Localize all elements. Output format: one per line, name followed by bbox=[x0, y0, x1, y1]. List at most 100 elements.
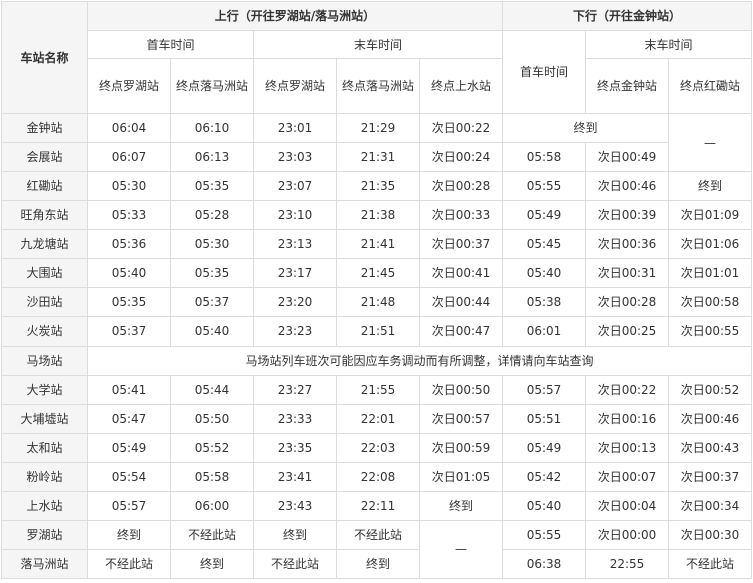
table-row: 罗湖站 终到 不经此站 终到 不经此站 — 05:55 次日00:00 次日00… bbox=[1, 519, 752, 580]
time-cell: 05:40 bbox=[87, 258, 171, 289]
time-cell: 05:40 bbox=[502, 258, 586, 289]
time-cell: 05:57 bbox=[502, 374, 586, 405]
station-name: 大埔墟站 bbox=[1, 403, 88, 434]
time-cell: 06:13 bbox=[170, 142, 254, 173]
time-cell: 22:08 bbox=[336, 461, 420, 492]
time-cell: 06:00 bbox=[170, 490, 254, 521]
table-row: 会展站 06:07 06:13 23:03 21:31 次日00:24 05:5… bbox=[1, 142, 752, 173]
time-cell: 次日00:59 bbox=[419, 432, 503, 463]
time-cell: 次日00:37 bbox=[668, 461, 752, 492]
time-cell: 05:49 bbox=[502, 200, 586, 231]
time-cell: 06:10 bbox=[170, 112, 254, 144]
station-name: 落马洲站 bbox=[1, 548, 88, 580]
time-cell: 次日01:01 bbox=[668, 258, 752, 289]
dash-cell: — bbox=[419, 519, 503, 580]
time-cell: 终到 bbox=[668, 171, 752, 202]
time-cell: 次日00:24 bbox=[419, 142, 503, 173]
time-cell: 次日00:04 bbox=[585, 490, 669, 521]
station-name: 九龙塘站 bbox=[1, 229, 88, 260]
time-cell: 05:58 bbox=[170, 461, 254, 492]
table-row: 九龙塘站 05:36 05:30 23:13 21:41 次日00:37 05:… bbox=[1, 229, 752, 260]
time-cell: 次日00:55 bbox=[668, 316, 752, 347]
time-cell: 05:40 bbox=[502, 490, 586, 521]
table-row: 马场站 马场站列车班次可能因应车务调动而有所调整，详情请向车站查询 bbox=[1, 345, 752, 376]
time-cell: 05:51 bbox=[502, 403, 586, 434]
time-cell: 次日00:39 bbox=[585, 200, 669, 231]
time-cell: 21:41 bbox=[336, 229, 420, 260]
up-direction-header: 上行（开往罗湖站/落马洲站） bbox=[87, 1, 503, 31]
time-cell: 次日00:31 bbox=[585, 258, 669, 289]
time-cell: 05:52 bbox=[170, 432, 254, 463]
time-cell: 05:54 bbox=[87, 461, 171, 492]
table-row: 太和站 05:49 05:52 23:35 22:03 次日00:59 05:4… bbox=[1, 432, 752, 463]
time-cell: 05:28 bbox=[170, 200, 254, 231]
time-cell: 终到 bbox=[419, 490, 503, 521]
time-cell: 22:01 bbox=[336, 403, 420, 434]
time-cell: 05:49 bbox=[502, 432, 586, 463]
time-cell: 05:35 bbox=[87, 287, 171, 318]
time-cell: 次日00:30 bbox=[668, 519, 752, 550]
time-cell: 次日00:34 bbox=[668, 490, 752, 521]
time-cell: 不经此站 bbox=[253, 548, 337, 580]
up-first-train-header: 首车时间 bbox=[87, 30, 254, 59]
table-row: 大埔墟站 05:47 05:50 23:33 22:01 次日00:57 05:… bbox=[1, 403, 752, 434]
time-cell: 次日00:13 bbox=[585, 432, 669, 463]
time-cell: 21:31 bbox=[336, 142, 420, 173]
station-name: 会展站 bbox=[1, 142, 88, 173]
time-cell: 21:48 bbox=[336, 287, 420, 318]
station-name: 罗湖站 bbox=[1, 519, 88, 550]
time-cell: 次日00:36 bbox=[585, 229, 669, 260]
station-name: 旺角东站 bbox=[1, 200, 88, 231]
station-name: 沙田站 bbox=[1, 287, 88, 318]
down-last-hunghom-header: 终点红磡站 bbox=[668, 58, 752, 114]
time-cell: 次日01:05 bbox=[419, 461, 503, 492]
time-cell: 05:35 bbox=[170, 171, 254, 202]
time-cell: 21:29 bbox=[336, 112, 420, 144]
time-cell: 22:55 bbox=[585, 548, 669, 580]
time-cell: 21:38 bbox=[336, 200, 420, 231]
time-cell: 22:03 bbox=[336, 432, 420, 463]
table-row: 大学站 05:41 05:44 23:27 21:55 次日00:50 05:5… bbox=[1, 374, 752, 405]
time-cell: 05:30 bbox=[87, 171, 171, 202]
time-cell: 终到 bbox=[253, 519, 337, 550]
table-row: 红磡站 05:30 05:35 23:07 21:35 次日00:28 05:5… bbox=[1, 171, 752, 202]
time-cell: 06:01 bbox=[502, 316, 586, 347]
time-cell: 不经此站 bbox=[668, 548, 752, 580]
time-cell: 05:40 bbox=[170, 316, 254, 347]
table-row: 火炭站 05:37 05:40 23:23 21:51 次日00:47 06:0… bbox=[1, 316, 752, 347]
station-name: 火炭站 bbox=[1, 316, 88, 347]
table-row: 金钟站 06:04 06:10 23:01 21:29 次日00:22 终到 — bbox=[1, 112, 752, 173]
station-name: 大围站 bbox=[1, 258, 88, 289]
time-cell: 终到 bbox=[170, 548, 254, 580]
time-cell: 次日00:46 bbox=[668, 403, 752, 434]
time-cell: 23:43 bbox=[253, 490, 337, 521]
timetable: 车站名称 上行（开往罗湖站/落马洲站） 下行（开往金钟站） 首车时间 末车时间 … bbox=[1, 1, 752, 580]
time-cell: 21:51 bbox=[336, 316, 420, 347]
time-cell: 次日00:47 bbox=[419, 316, 503, 347]
time-cell: 23:03 bbox=[253, 142, 337, 173]
up-last-train-header: 末车时间 bbox=[253, 30, 503, 59]
time-cell: 次日00:33 bbox=[419, 200, 503, 231]
time-cell: 次日00:52 bbox=[668, 374, 752, 405]
time-cell: 不经此站 bbox=[87, 548, 171, 580]
table-row: 大围站 05:40 05:35 23:17 21:45 次日00:41 05:4… bbox=[1, 258, 752, 289]
station-name: 金钟站 bbox=[1, 112, 88, 144]
time-cell: 05:33 bbox=[87, 200, 171, 231]
time-cell: 05:30 bbox=[170, 229, 254, 260]
up-first-lokmachau-header: 终点落马洲站 bbox=[170, 58, 254, 114]
down-direction-header: 下行（开往金钟站） bbox=[502, 1, 752, 31]
time-cell: 次日00:58 bbox=[668, 287, 752, 318]
dash-cell: — bbox=[668, 112, 752, 173]
time-cell: 次日00:37 bbox=[419, 229, 503, 260]
time-cell: 22:11 bbox=[336, 490, 420, 521]
time-cell: 23:27 bbox=[253, 374, 337, 405]
time-cell: 05:47 bbox=[87, 403, 171, 434]
time-cell: 05:35 bbox=[170, 258, 254, 289]
time-cell: 不经此站 bbox=[170, 519, 254, 550]
time-cell: 21:55 bbox=[336, 374, 420, 405]
up-last-sheungshui-header: 终点上水站 bbox=[419, 58, 503, 114]
time-cell: 次日00:00 bbox=[585, 519, 669, 550]
station-name: 太和站 bbox=[1, 432, 88, 463]
time-cell: 不经此站 bbox=[336, 519, 420, 550]
up-last-lowu-header: 终点罗湖站 bbox=[253, 58, 337, 114]
